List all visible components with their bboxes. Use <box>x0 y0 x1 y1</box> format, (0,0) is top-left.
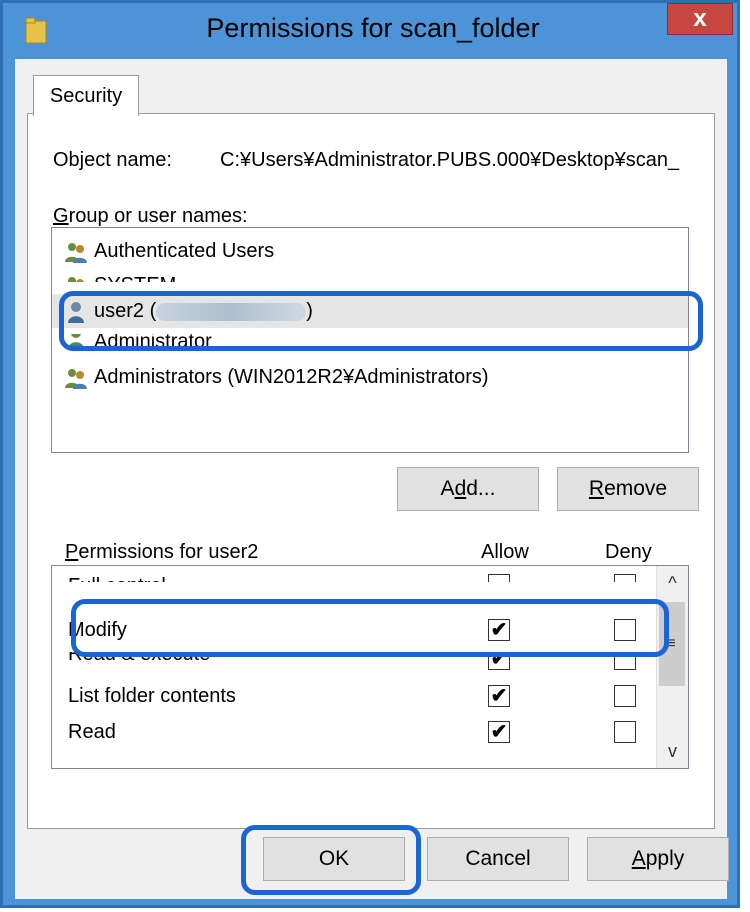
add-button-accesskey: d <box>454 477 467 500</box>
list-item[interactable]: SYSTEM <box>52 268 688 282</box>
allow-header: Allow <box>481 541 529 563</box>
user-icon <box>68 334 84 349</box>
list-item-label: Administrator <box>94 334 212 350</box>
cancel-button[interactable]: Cancel <box>427 837 569 881</box>
permission-row: List folder contents ✔ <box>52 678 652 714</box>
add-button[interactable]: Add... <box>397 467 539 511</box>
list-item[interactable]: Authenticated Users <box>52 234 688 268</box>
group-user-list[interactable]: Authenticated Users SYSTEM user2 () Admi… <box>51 227 689 453</box>
permission-name: Read & execute <box>68 652 211 665</box>
user-icon <box>68 301 84 323</box>
permissions-scrollbar[interactable]: ^ ≡ v <box>656 566 688 768</box>
permissions-label-accesskey: P <box>65 541 79 563</box>
permission-name: Read <box>68 721 116 743</box>
group-users-label-text: roup or user names: <box>68 205 248 227</box>
object-name-value: C:¥Users¥Administrator.PUBS.000¥Desktop¥… <box>220 149 680 171</box>
close-button[interactable]: x <box>667 3 733 35</box>
permission-name: Modify <box>68 619 127 641</box>
permission-row: Modify ✔ <box>52 612 652 648</box>
allow-checkbox[interactable] <box>488 574 510 582</box>
allow-checkbox[interactable]: ✔ <box>488 721 510 743</box>
permission-row: Read ✔ <box>52 714 652 750</box>
deny-checkbox[interactable] <box>614 619 636 641</box>
add-button-text-b: d... <box>466 477 496 500</box>
list-item[interactable]: Administrator <box>52 334 688 350</box>
dialog-client: Security Object name: C:¥Users¥Administr… <box>15 59 729 899</box>
remove-button-accesskey: R <box>588 477 605 500</box>
tab-security[interactable]: Security <box>33 75 139 116</box>
permissions-list[interactable]: Full control Modify ✔ Read & execute ✔ L… <box>51 565 689 769</box>
permissions-label-text: ermissions for user2 <box>78 541 259 563</box>
remove-button[interactable]: Remove <box>557 467 699 511</box>
group-users-label: Group or user names: <box>53 205 248 228</box>
list-item-label: user2 ( <box>94 300 157 322</box>
apply-button-text: pply <box>645 847 685 870</box>
list-item-selected[interactable]: user2 () <box>52 294 688 328</box>
deny-checkbox[interactable] <box>614 652 636 670</box>
group-icon <box>65 368 87 389</box>
list-item-label-suffix: ) <box>306 300 313 322</box>
deny-checkbox[interactable] <box>614 574 636 582</box>
list-item-label: Administrators (WIN2012R2¥Administrators… <box>94 366 489 388</box>
deny-checkbox[interactable] <box>614 721 636 743</box>
scroll-down-icon[interactable]: v <box>657 734 688 768</box>
scroll-grip-icon: ≡ <box>666 635 676 652</box>
allow-checkbox[interactable]: ✔ <box>488 685 510 707</box>
title-bar[interactable]: Permissions for scan_folder x <box>3 3 743 63</box>
ok-button[interactable]: OK <box>263 837 405 881</box>
apply-button[interactable]: Apply <box>587 837 729 881</box>
window-title: Permissions for scan_folder <box>206 13 540 43</box>
permission-row: Full control <box>52 566 652 582</box>
list-item-label: SYSTEM <box>94 274 176 282</box>
deny-checkbox[interactable] <box>614 685 636 707</box>
allow-checkbox[interactable]: ✔ <box>488 652 510 670</box>
apply-button-accesskey: A <box>631 847 646 870</box>
group-icon <box>68 276 84 282</box>
dialog-window: Permissions for scan_folder x Security O… <box>0 0 740 908</box>
permission-row: Read & execute ✔ <box>52 652 652 670</box>
group-users-label-accesskey: G <box>53 205 69 227</box>
remove-button-text: emove <box>604 477 668 500</box>
permission-name: Full control <box>68 566 166 582</box>
scroll-up-icon[interactable]: ^ <box>657 566 688 600</box>
list-item-label: Authenticated Users <box>94 240 275 262</box>
add-button-text-a: A <box>440 477 455 500</box>
redacted-email <box>156 302 307 321</box>
object-name-label: Object name: <box>53 149 172 171</box>
group-icon <box>65 242 87 263</box>
permission-name: List folder contents <box>68 685 236 707</box>
list-item[interactable]: Administrators (WIN2012R2¥Administrators… <box>52 360 688 394</box>
deny-header: Deny <box>605 541 652 563</box>
permissions-label: Permissions for user2 <box>65 541 258 564</box>
allow-checkbox[interactable]: ✔ <box>488 619 510 641</box>
